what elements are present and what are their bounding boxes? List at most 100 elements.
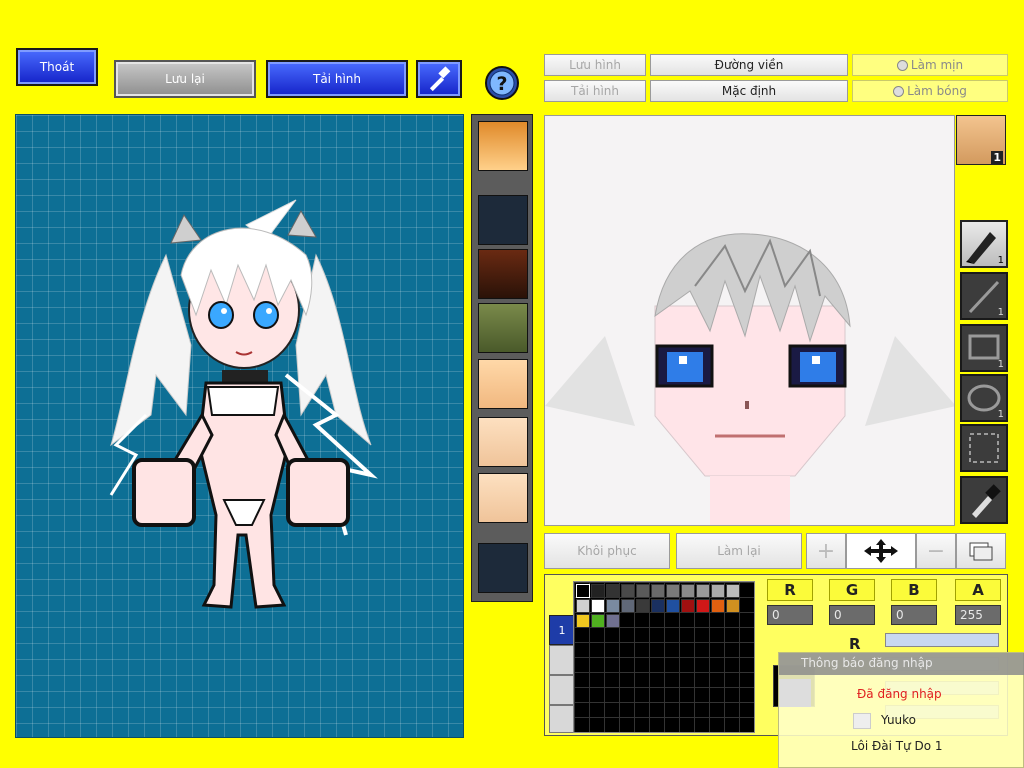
- notification-username: Yuuko: [881, 713, 917, 727]
- part-thumb-accessory[interactable]: [478, 249, 528, 299]
- r-header[interactable]: R: [767, 579, 813, 601]
- notification-title: Thông báo đăng nhập: [801, 656, 933, 670]
- radio-smooth[interactable]: Làm mịn: [852, 54, 1008, 76]
- notification-status: Đã đăng nhập: [857, 687, 942, 701]
- part-thumb-face[interactable]: [478, 359, 528, 409]
- hammer-button[interactable]: [416, 60, 462, 98]
- swatch-steel[interactable]: [621, 599, 635, 613]
- help-icon: ?: [485, 66, 519, 100]
- selection-tool[interactable]: [960, 424, 1008, 472]
- swatch-amber[interactable]: [726, 599, 740, 613]
- line-count: 1: [997, 307, 1004, 318]
- radio-icon: [893, 85, 905, 97]
- character-preview-canvas[interactable]: [15, 114, 464, 738]
- layers-icon: [969, 542, 993, 561]
- g-header[interactable]: G: [829, 579, 875, 601]
- eyedropper-tool[interactable]: [960, 476, 1008, 524]
- avatar-portrait[interactable]: 1: [956, 115, 1006, 165]
- layer-tab-2[interactable]: [549, 645, 575, 675]
- part-thumb-empty-2[interactable]: [478, 543, 528, 593]
- reload-button[interactable]: Tải hình: [266, 60, 408, 98]
- move-icon: [864, 539, 898, 563]
- layer-tabs: 1: [549, 615, 575, 733]
- b-header[interactable]: B: [891, 579, 937, 601]
- svg-text:?: ?: [496, 73, 507, 95]
- eyedropper-icon: [972, 484, 1001, 518]
- radio-shade[interactable]: Làm bóng: [852, 80, 1008, 102]
- swatch-gray-5[interactable]: [651, 584, 665, 598]
- part-thumb-empty[interactable]: [478, 195, 528, 245]
- part-thumb-face-lips[interactable]: [478, 473, 528, 523]
- selection-icon: [969, 433, 999, 463]
- b-value-field[interactable]: 0: [891, 605, 937, 625]
- swatch-gray-6[interactable]: [666, 584, 680, 598]
- zoom-out-icon: −: [926, 538, 946, 564]
- part-thumb-hair[interactable]: [478, 121, 528, 171]
- save-button[interactable]: Lưu lại: [114, 60, 256, 98]
- r-slider[interactable]: [885, 633, 999, 647]
- face-edit-canvas[interactable]: [544, 115, 955, 526]
- layer-tab-label: 1: [558, 623, 566, 637]
- r-value-field[interactable]: 0: [767, 605, 813, 625]
- notification-room: Lôi Đài Tự Do 1: [851, 739, 943, 753]
- layers-button[interactable]: [956, 533, 1006, 569]
- restore-button[interactable]: Khôi phục: [544, 533, 670, 569]
- zoom-in-icon: +: [816, 538, 836, 564]
- swatch-gray-2[interactable]: [606, 584, 620, 598]
- swatch-yellow[interactable]: [576, 614, 590, 628]
- ellipse-tool[interactable]: 1: [960, 374, 1008, 422]
- layer-tab-1[interactable]: 1: [549, 615, 575, 645]
- tab-default[interactable]: Mặc định: [650, 80, 848, 102]
- swatch-gray-4[interactable]: [636, 584, 650, 598]
- layer-tab-4[interactable]: [549, 705, 575, 733]
- radio-shade-label: Làm bóng: [907, 84, 967, 98]
- move-button[interactable]: [846, 533, 916, 569]
- avatar-badge: 1: [991, 151, 1003, 164]
- part-selector-strip: [471, 114, 533, 602]
- swatch-white[interactable]: [591, 599, 605, 613]
- redo-button[interactable]: Làm lại: [676, 533, 802, 569]
- a-value-field[interactable]: 255: [955, 605, 1001, 625]
- swatch-red[interactable]: [696, 599, 710, 613]
- palette-grid[interactable]: [573, 581, 755, 733]
- swatch-gray-7[interactable]: [681, 584, 695, 598]
- swatch-navy[interactable]: [651, 599, 665, 613]
- part-thumb-body[interactable]: [478, 303, 528, 353]
- layer-tab-3[interactable]: [549, 675, 575, 705]
- swatch-blue[interactable]: [666, 599, 680, 613]
- swatch-green[interactable]: [591, 614, 605, 628]
- a-header[interactable]: A: [955, 579, 1001, 601]
- face-pixel-art: [545, 233, 954, 525]
- swatch-purple-gray[interactable]: [606, 614, 620, 628]
- pen-count: 1: [997, 255, 1004, 266]
- rectangle-tool[interactable]: 1: [960, 324, 1008, 372]
- pen-tool[interactable]: 1: [960, 220, 1008, 268]
- exit-button[interactable]: Thoát: [16, 48, 98, 86]
- line-tool[interactable]: 1: [960, 272, 1008, 320]
- swatch-gray-1[interactable]: [591, 584, 605, 598]
- notification-title-bar: Thông báo đăng nhập: [779, 653, 1024, 675]
- tab-outline[interactable]: Đường viền: [650, 54, 848, 76]
- swatch-gray-9[interactable]: [711, 584, 725, 598]
- swatch-orange[interactable]: [711, 599, 725, 613]
- help-button[interactable]: ?: [484, 65, 520, 101]
- rect-count: 1: [997, 359, 1004, 370]
- g-value-field[interactable]: 0: [829, 605, 875, 625]
- tab-load-image[interactable]: Tải hình: [544, 80, 646, 102]
- radio-smooth-label: Làm mịn: [910, 58, 964, 72]
- swatch-black[interactable]: [576, 584, 590, 598]
- swatch-gray-3[interactable]: [621, 584, 635, 598]
- notification-avatar-slot: [779, 679, 811, 707]
- swatch-gray-8[interactable]: [696, 584, 710, 598]
- swatch-charcoal[interactable]: [636, 599, 650, 613]
- swatch-slate[interactable]: [606, 599, 620, 613]
- swatch-lightgray[interactable]: [576, 599, 590, 613]
- swatch-darkred[interactable]: [681, 599, 695, 613]
- swatch-gray-10[interactable]: [726, 584, 740, 598]
- part-thumb-face-plain[interactable]: [478, 417, 528, 467]
- r-slider-label: R: [849, 635, 861, 653]
- zoom-out-button[interactable]: −: [916, 533, 956, 569]
- login-notification: Thông báo đăng nhập Đã đăng nhập Yuuko L…: [778, 652, 1024, 768]
- zoom-in-button[interactable]: +: [806, 533, 846, 569]
- tab-save-image[interactable]: Lưu hình: [544, 54, 646, 76]
